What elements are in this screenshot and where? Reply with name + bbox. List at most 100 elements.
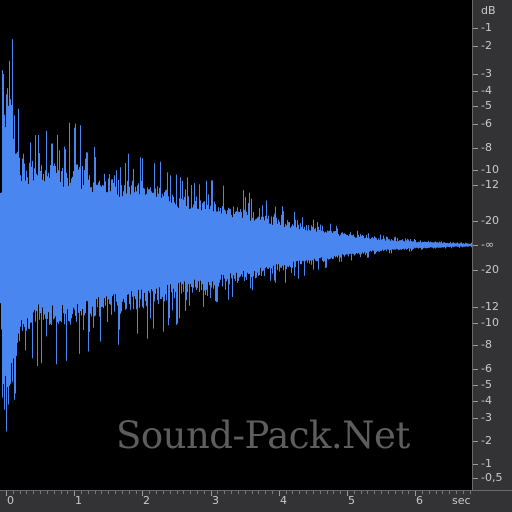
time-minor-tick bbox=[395, 491, 396, 494]
db-tick bbox=[473, 369, 478, 370]
db-tick-label: -6 bbox=[481, 117, 492, 130]
db-tick bbox=[473, 307, 478, 308]
db-tick bbox=[473, 418, 478, 419]
time-minor-tick bbox=[429, 491, 430, 494]
db-tick bbox=[473, 91, 478, 92]
db-tick bbox=[473, 464, 478, 465]
db-tick-label: -1 bbox=[481, 457, 492, 470]
db-tick-label: -3 bbox=[481, 411, 492, 424]
db-tick-label: -10 bbox=[481, 316, 499, 329]
db-tick bbox=[473, 170, 478, 171]
db-tick-label: -0,5 bbox=[481, 471, 503, 484]
time-minor-tick bbox=[367, 491, 368, 494]
time-minor-tick bbox=[47, 491, 48, 494]
db-tick bbox=[473, 74, 478, 75]
time-minor-tick bbox=[54, 491, 55, 494]
time-tick-label: 3 bbox=[212, 494, 219, 507]
time-minor-tick bbox=[224, 491, 225, 494]
time-minor-tick bbox=[177, 491, 178, 494]
time-minor-tick bbox=[170, 491, 171, 494]
time-minor-tick bbox=[183, 491, 184, 494]
db-ruler[interactable]: dB -1 -2 -3 -4 -5 -6 -8 -10 -12 -20 -∞ -20 -12 -10 -8 -… bbox=[472, 0, 512, 490]
time-minor-tick bbox=[156, 491, 157, 494]
db-tick bbox=[473, 46, 478, 47]
time-minor-tick bbox=[61, 491, 62, 494]
time-minor-tick bbox=[95, 491, 96, 494]
time-minor-tick bbox=[258, 491, 259, 494]
time-minor-tick bbox=[313, 491, 314, 494]
time-tick-label: 4 bbox=[280, 494, 287, 507]
time-minor-tick bbox=[108, 491, 109, 494]
db-tick bbox=[473, 185, 478, 186]
db-tick bbox=[473, 345, 478, 346]
db-tick-label: -20 bbox=[481, 214, 499, 227]
time-minor-tick bbox=[306, 491, 307, 494]
time-minor-tick bbox=[327, 491, 328, 494]
time-tick-label: 2 bbox=[143, 494, 150, 507]
time-minor-tick bbox=[115, 491, 116, 494]
time-minor-tick bbox=[436, 491, 437, 494]
db-tick bbox=[473, 245, 478, 246]
db-tick-label: -8 bbox=[481, 338, 492, 351]
time-tick-label: 0 bbox=[7, 494, 14, 507]
time-minor-tick bbox=[272, 491, 273, 494]
time-minor-tick bbox=[470, 491, 471, 494]
time-minor-tick bbox=[388, 491, 389, 494]
db-tick-label: -5 bbox=[481, 99, 492, 112]
db-tick-label: -20 bbox=[481, 263, 499, 276]
time-minor-tick bbox=[190, 491, 191, 494]
db-tick-label: -4 bbox=[481, 394, 492, 407]
time-unit-label: sec bbox=[452, 494, 471, 507]
time-minor-tick bbox=[456, 491, 457, 494]
time-minor-tick bbox=[88, 491, 89, 494]
time-minor-tick bbox=[374, 491, 375, 494]
time-minor-tick bbox=[204, 491, 205, 494]
time-minor-tick bbox=[265, 491, 266, 494]
db-unit-label: dB bbox=[481, 4, 496, 17]
time-minor-tick bbox=[340, 491, 341, 494]
waveform-editor: dB -1 -2 -3 -4 -5 -6 -8 -10 -12 -20 -∞ -20 -12 -10 -8-… bbox=[0, 0, 512, 512]
db-tick-label: -6 bbox=[481, 362, 492, 375]
db-tick-label: -2 bbox=[481, 434, 492, 447]
time-minor-tick bbox=[408, 491, 409, 494]
time-minor-tick bbox=[361, 491, 362, 494]
time-minor-tick bbox=[26, 491, 27, 494]
db-tick-label: -8 bbox=[481, 141, 492, 154]
time-ruler[interactable]: sec 0 1 2 3 4 5 6 bbox=[0, 490, 512, 512]
db-tick-label: -5 bbox=[481, 378, 492, 391]
db-tick bbox=[473, 478, 478, 479]
db-tick bbox=[473, 124, 478, 125]
time-minor-tick bbox=[238, 491, 239, 494]
db-tick-label: -12 bbox=[481, 300, 499, 313]
time-minor-tick bbox=[320, 491, 321, 494]
time-minor-tick bbox=[299, 491, 300, 494]
time-minor-tick bbox=[292, 491, 293, 494]
time-minor-tick bbox=[122, 491, 123, 494]
db-tick-label: -12 bbox=[481, 178, 499, 191]
time-tick-label: 6 bbox=[416, 494, 423, 507]
db-tick-label: -3 bbox=[481, 67, 492, 80]
time-minor-tick bbox=[252, 491, 253, 494]
db-tick-label: -10 bbox=[481, 163, 499, 176]
time-minor-tick bbox=[40, 491, 41, 494]
time-minor-tick bbox=[67, 491, 68, 494]
time-minor-tick bbox=[449, 491, 450, 494]
time-minor-tick bbox=[136, 491, 137, 494]
db-tick bbox=[473, 401, 478, 402]
db-tick bbox=[473, 441, 478, 442]
db-tick-label: -4 bbox=[481, 84, 492, 97]
time-minor-tick bbox=[33, 491, 34, 494]
db-tick bbox=[473, 148, 478, 149]
time-tick-label: 1 bbox=[75, 494, 82, 507]
watermark-text: Sound-Pack.Net bbox=[116, 414, 410, 457]
db-tick-label: -∞ bbox=[481, 238, 495, 251]
db-tick bbox=[473, 106, 478, 107]
time-minor-tick bbox=[463, 491, 464, 494]
time-minor-tick bbox=[231, 491, 232, 494]
db-tick-label: -1 bbox=[481, 21, 492, 34]
time-minor-tick bbox=[381, 491, 382, 494]
time-minor-tick bbox=[129, 491, 130, 494]
time-minor-tick bbox=[101, 491, 102, 494]
time-tick-label: 5 bbox=[348, 494, 355, 507]
db-tick bbox=[473, 385, 478, 386]
